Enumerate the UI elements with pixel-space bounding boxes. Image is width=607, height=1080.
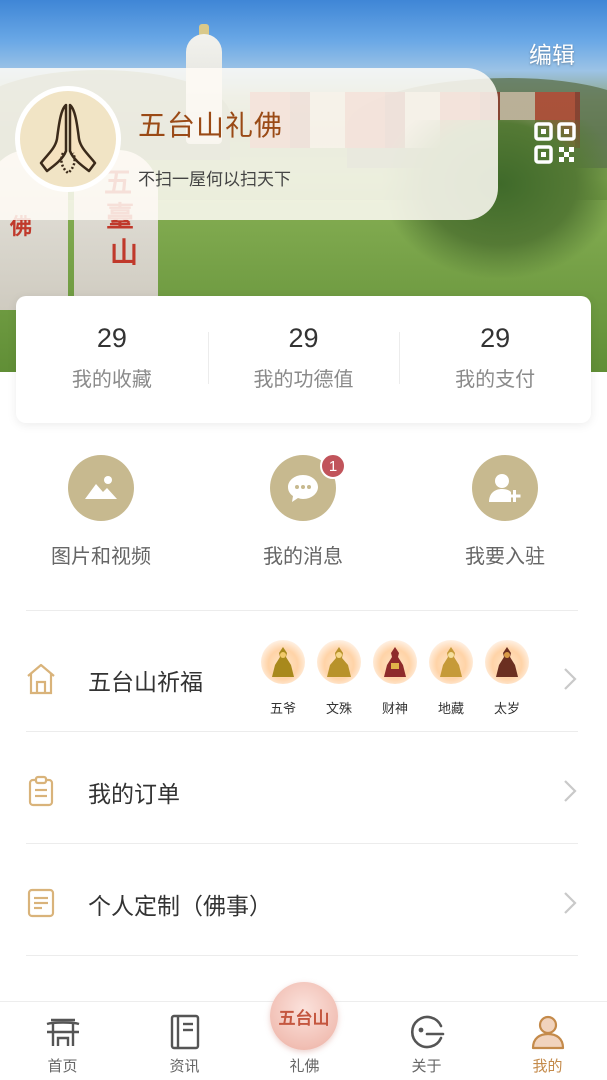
about-icon — [407, 1012, 447, 1052]
user-icon — [528, 1012, 568, 1052]
clipboard-icon — [26, 775, 56, 807]
stat-value: 29 — [480, 323, 511, 353]
divider — [26, 731, 578, 732]
deity-figure-icon — [261, 640, 305, 684]
qr-code-icon[interactable] — [533, 121, 577, 165]
stone-carving: 山 — [110, 236, 139, 269]
quick-action-label: 我的消息 — [263, 544, 343, 568]
deity-name: 财神 — [381, 702, 408, 717]
deity-figure-icon — [485, 640, 529, 684]
deity-item-wenshu[interactable]: 文殊 — [311, 640, 367, 717]
menu-row-label: 个人定制（佛事） — [88, 894, 272, 920]
deity-item-dizang[interactable]: 地藏 — [423, 640, 479, 717]
center-button-text: 五台山 — [278, 1008, 330, 1029]
tab-label: 关于 — [411, 1057, 442, 1075]
tab-label: 首页 — [47, 1057, 78, 1075]
deity-name: 文殊 — [325, 702, 352, 717]
deity-name: 五爷 — [269, 702, 296, 717]
deity-name: 太岁 — [493, 702, 520, 717]
quick-action-media[interactable]: 图片和视频 — [6, 455, 196, 569]
wutaishan-logo-icon[interactable]: 五台山 — [270, 982, 338, 1050]
stat-label: 我的功德值 — [253, 367, 354, 391]
unread-badge: 1 — [320, 453, 346, 479]
quick-action-label: 我要入驻 — [465, 544, 545, 568]
document-icon — [26, 887, 56, 919]
deity-figure-icon — [429, 640, 473, 684]
quick-actions: 图片和视频 1 我的消息 我要入驻 — [0, 453, 607, 575]
temple-icon — [26, 663, 56, 695]
avatar[interactable] — [15, 86, 121, 192]
profile-name: 五台山礼佛 — [138, 109, 284, 142]
tab-label: 资讯 — [169, 1057, 200, 1075]
quick-action-messages[interactable]: 1 我的消息 — [208, 453, 398, 569]
deity-list: 五爷 文殊 财神 地藏 太岁 — [255, 640, 535, 717]
image-icon — [68, 455, 134, 521]
tab-about[interactable]: 关于 — [366, 1002, 487, 1080]
message-icon: 1 — [270, 453, 346, 521]
chevron-right-icon — [563, 891, 577, 915]
praying-hands-icon — [20, 91, 116, 187]
tab-news[interactable]: 资讯 — [124, 1002, 245, 1080]
menu-row-orders[interactable]: 我的订单 — [0, 735, 607, 847]
stat-favorites[interactable]: 29 我的收藏 — [16, 296, 208, 423]
divider — [26, 843, 578, 844]
stat-value: 29 — [96, 323, 127, 353]
divider — [26, 955, 578, 956]
deity-figure-icon — [317, 640, 361, 684]
chevron-right-icon — [563, 779, 577, 803]
profile-motto: 不扫一屋何以扫天下 — [138, 170, 291, 190]
add-user-icon — [472, 455, 538, 521]
deity-item-wuye[interactable]: 五爷 — [255, 640, 311, 717]
chevron-right-icon — [563, 667, 577, 691]
stat-label: 我的支付 — [455, 367, 536, 391]
stat-payments[interactable]: 29 我的支付 — [399, 296, 591, 423]
tab-mine[interactable]: 我的 — [487, 1002, 607, 1080]
deity-name: 地藏 — [437, 702, 464, 717]
menu-row-label: 我的订单 — [88, 782, 180, 808]
deity-item-taisui[interactable]: 太岁 — [479, 640, 535, 717]
divider — [26, 610, 578, 611]
home-gate-icon — [43, 1012, 83, 1052]
stat-value: 29 — [288, 323, 319, 353]
edit-button[interactable]: 编辑 — [529, 36, 575, 70]
quick-action-label: 图片和视频 — [51, 544, 151, 568]
stats-card: 29 我的收藏 29 我的功德值 29 我的支付 — [16, 296, 591, 423]
deity-figure-icon — [373, 640, 417, 684]
tab-label: 我的 — [532, 1057, 563, 1075]
tab-home[interactable]: 首页 — [2, 1002, 123, 1080]
deity-item-caishen[interactable]: 财神 — [367, 640, 423, 717]
stat-label: 我的收藏 — [71, 367, 152, 391]
quick-action-join[interactable]: 我要入驻 — [410, 455, 600, 569]
menu-row-custom-ceremony[interactable]: 个人定制（佛事） — [0, 847, 607, 959]
book-icon — [165, 1012, 205, 1052]
stat-merit[interactable]: 29 我的功德值 — [207, 296, 400, 423]
tab-label: 礼佛 — [289, 1057, 320, 1075]
menu-row-label: 五台山祈福 — [88, 670, 203, 696]
